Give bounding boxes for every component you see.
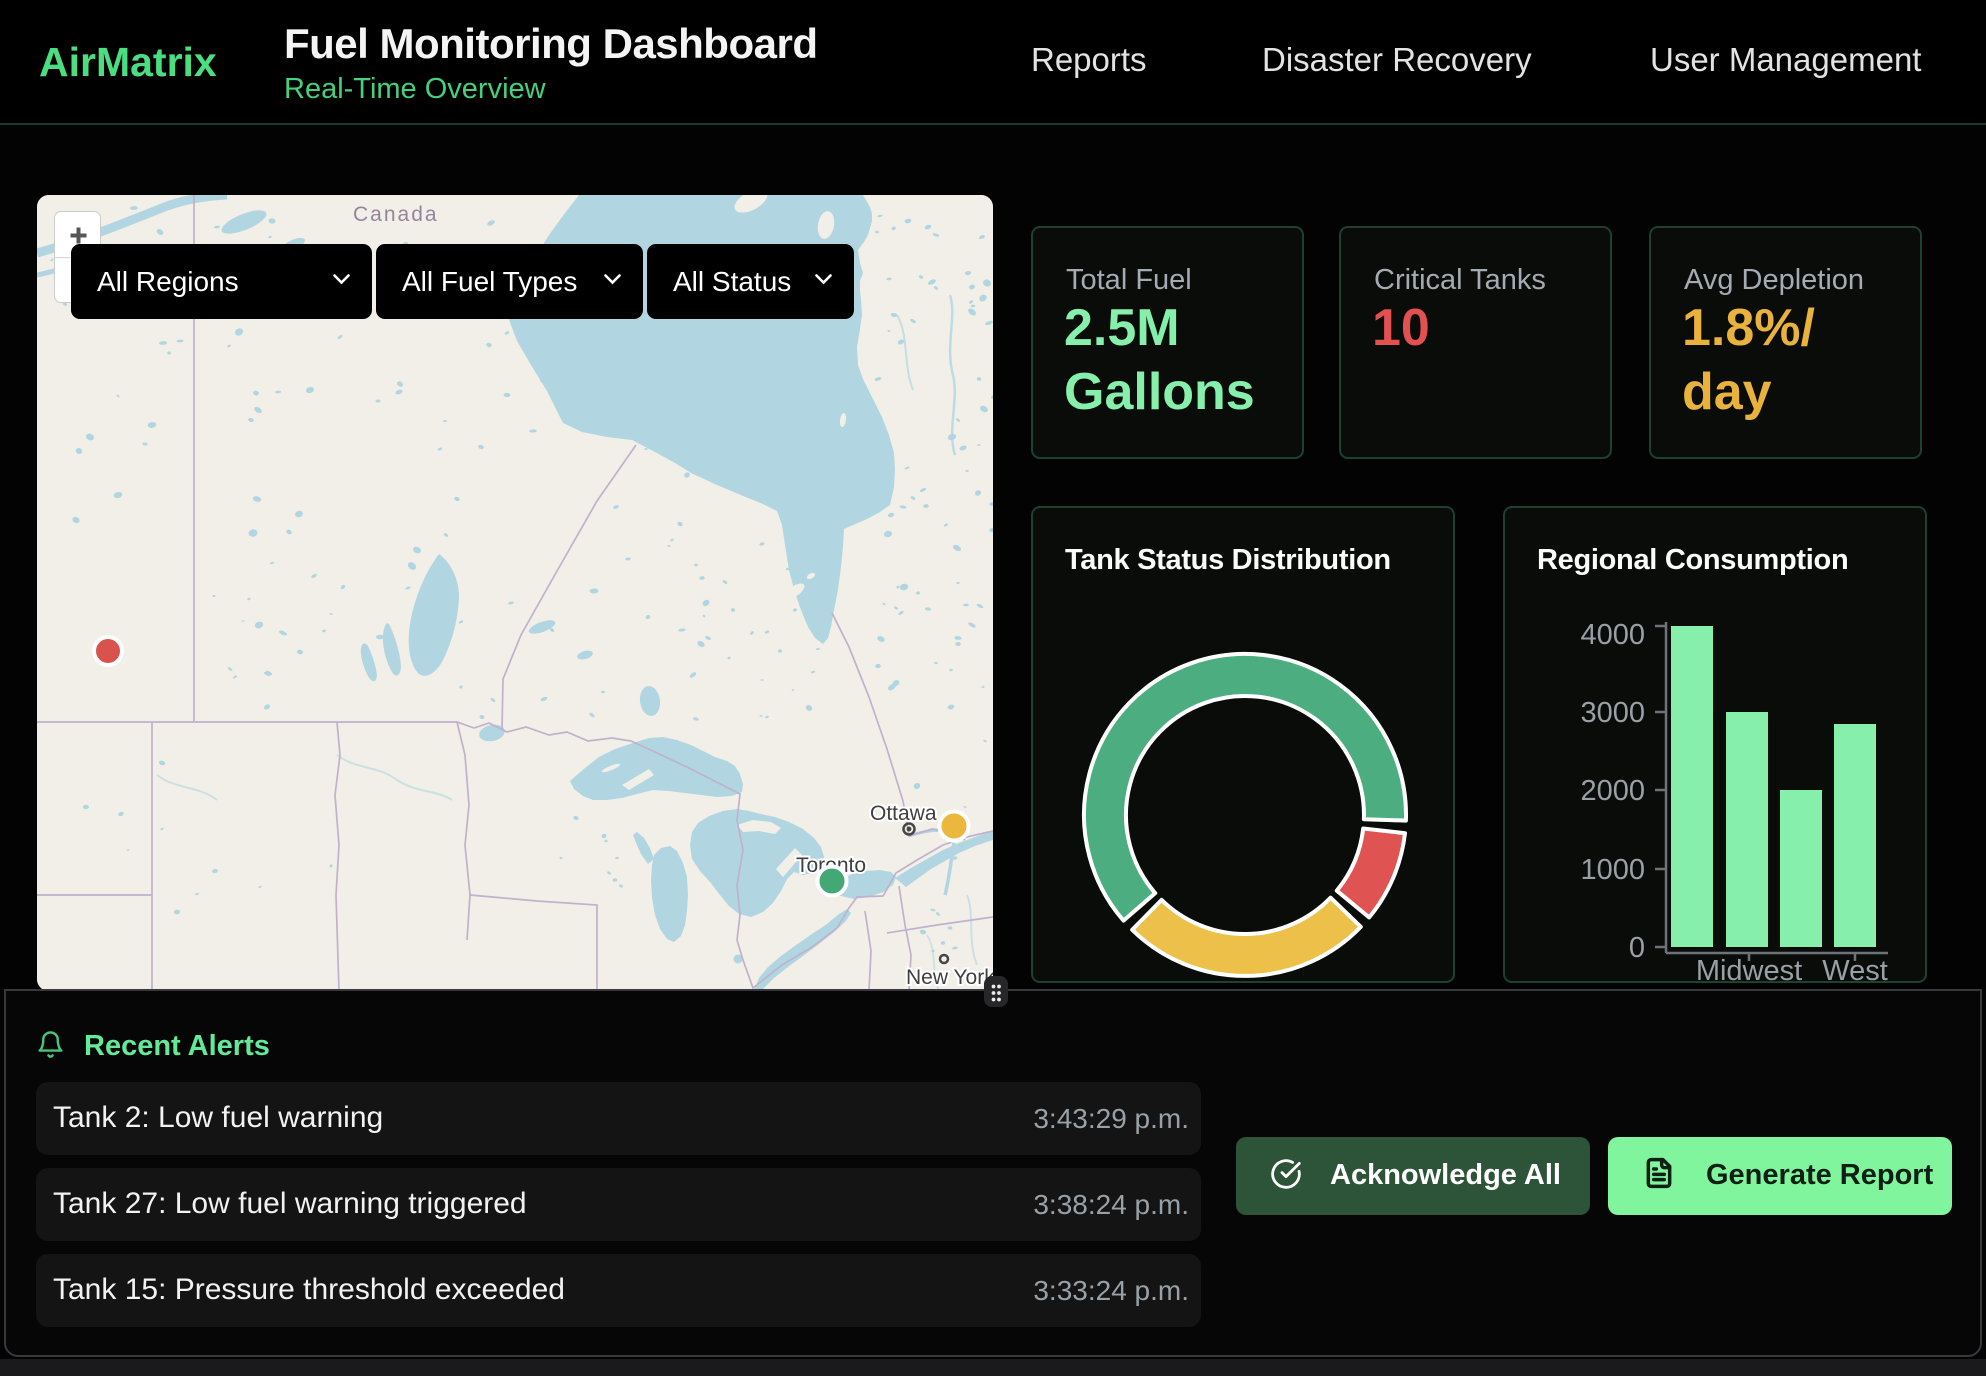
svg-text:New York: New York	[906, 966, 993, 989]
svg-text:Midwest: Midwest	[1696, 955, 1802, 985]
svg-text:Ottawa: Ottawa	[870, 802, 937, 825]
svg-text:1000: 1000	[1580, 854, 1645, 886]
svg-text:West: West	[1822, 955, 1888, 985]
svg-text:2000: 2000	[1580, 775, 1645, 807]
svg-text:Canada: Canada	[353, 203, 439, 226]
svg-text:0: 0	[1629, 932, 1645, 964]
svg-text:3000: 3000	[1580, 697, 1645, 729]
svg-text:4000: 4000	[1580, 619, 1645, 651]
